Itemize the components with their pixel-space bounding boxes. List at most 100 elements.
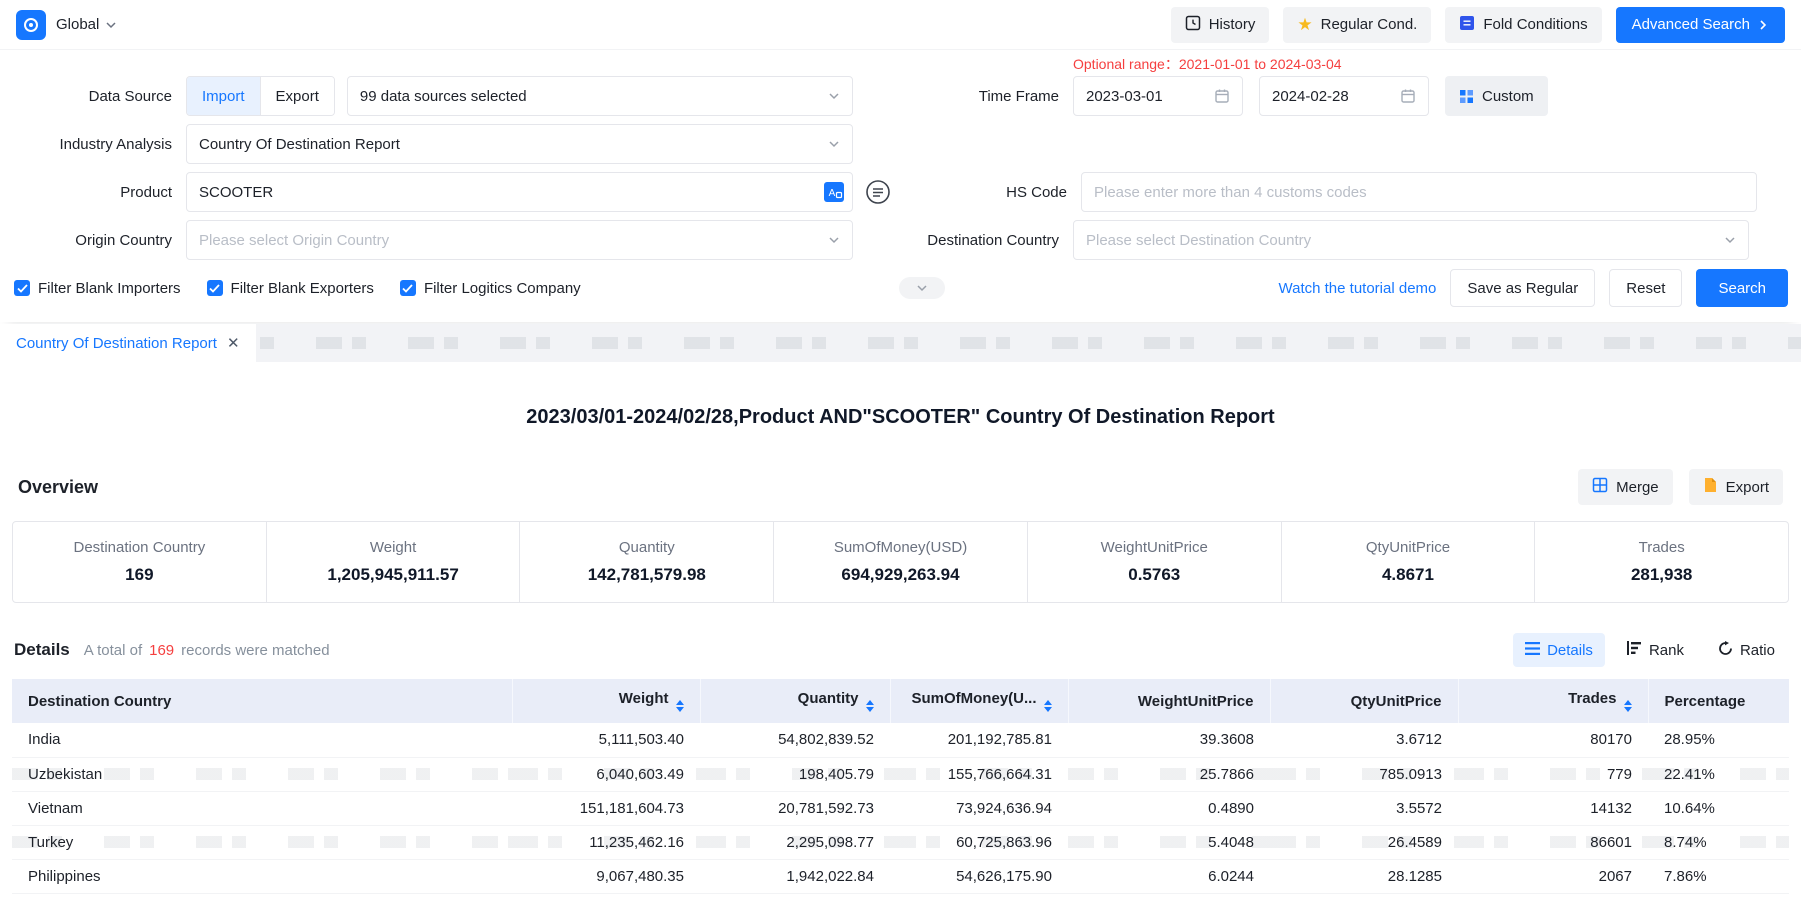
optional-range-hint: Optional range：2021-01-01 to 2024-03-04 bbox=[1073, 54, 1342, 74]
overview-header: Overview Merge Export bbox=[18, 469, 1783, 505]
import-toggle[interactable]: Import bbox=[187, 77, 260, 115]
th-weight[interactable]: Weight bbox=[512, 679, 700, 723]
destination-country-label: Destination Country bbox=[883, 232, 1073, 249]
rank-view-button[interactable]: Rank bbox=[1615, 633, 1696, 667]
tab-country-of-destination-report[interactable]: Country Of Destination Report ✕ bbox=[0, 324, 256, 362]
time-frame-label: Time Frame bbox=[883, 88, 1073, 105]
sort-icon[interactable] bbox=[1624, 700, 1632, 712]
th-sum-of-money[interactable]: SumOfMoney(U... bbox=[890, 679, 1068, 723]
history-button[interactable]: History bbox=[1171, 7, 1270, 43]
rank-icon bbox=[1627, 641, 1642, 659]
th-trades[interactable]: Trades bbox=[1458, 679, 1648, 723]
tutorial-demo-link[interactable]: Watch the tutorial demo bbox=[1279, 280, 1437, 297]
grid-icon bbox=[1459, 89, 1474, 104]
filter-blank-importers-label: Filter Blank Importers bbox=[38, 280, 181, 297]
sort-icon[interactable] bbox=[1044, 700, 1052, 712]
table-cell: Vietnam bbox=[12, 791, 512, 825]
stat-value: 4.8671 bbox=[1382, 565, 1434, 585]
records-summary: A total of 169 records were matched bbox=[84, 642, 330, 659]
export-button[interactable]: Export bbox=[1689, 469, 1783, 505]
watermark bbox=[0, 324, 1801, 362]
table-cell: 155,766,664.31 bbox=[890, 757, 1068, 791]
table-cell: 785.0913 bbox=[1270, 757, 1458, 791]
ratio-icon bbox=[1718, 641, 1733, 660]
search-panel: Optional range：2021-01-01 to 2024-03-04 … bbox=[0, 50, 1801, 322]
destination-country-select[interactable]: Please select Destination Country bbox=[1073, 220, 1749, 260]
list-icon bbox=[1525, 642, 1540, 659]
save-as-regular-button[interactable]: Save as Regular bbox=[1450, 269, 1595, 307]
end-date-value[interactable] bbox=[1272, 88, 1384, 105]
search-button[interactable]: Search bbox=[1696, 269, 1788, 307]
ratio-view-button[interactable]: Ratio bbox=[1706, 633, 1787, 667]
topbar-actions: History ★ Regular Cond. Fold Conditions … bbox=[1171, 7, 1785, 43]
filter-logitics-company-label: Filter Logitics Company bbox=[424, 280, 581, 297]
report-title: 2023/03/01-2024/02/28,Product AND"SCOOTE… bbox=[12, 406, 1789, 429]
start-date-input[interactable] bbox=[1073, 76, 1243, 116]
collapse-conditions-button[interactable] bbox=[899, 277, 945, 299]
language-circle-icon[interactable] bbox=[865, 179, 891, 205]
merge-icon bbox=[1592, 477, 1608, 497]
stat-label: Quantity bbox=[619, 539, 675, 556]
close-icon[interactable]: ✕ bbox=[227, 336, 240, 351]
overview-title: Overview bbox=[18, 477, 98, 498]
table-row: Turkey 11,235,462.16 2,295,098.77 60,725… bbox=[12, 825, 1789, 859]
filter-logitics-company-checkbox[interactable]: Filter Logitics Company bbox=[400, 280, 581, 297]
filter-blank-exporters-checkbox[interactable]: Filter Blank Exporters bbox=[207, 280, 374, 297]
stat-sum-of-money: SumOfMoney(USD) 694,929,263.94 bbox=[773, 522, 1027, 602]
regular-cond-label: Regular Cond. bbox=[1321, 16, 1418, 33]
hs-code-value[interactable] bbox=[1094, 184, 1748, 201]
industry-analysis-row: Industry Analysis Country Of Destination… bbox=[0, 124, 1801, 164]
translate-icon[interactable]: A bbox=[824, 182, 844, 202]
end-date-input[interactable] bbox=[1259, 76, 1429, 116]
table-cell: 198,405.79 bbox=[700, 757, 890, 791]
details-header: Details A total of 169 records were matc… bbox=[14, 633, 1787, 667]
region-selector[interactable]: Global bbox=[56, 16, 117, 33]
details-view-label: Details bbox=[1547, 642, 1593, 659]
table-cell: 22.41% bbox=[1648, 757, 1789, 791]
table-row: India 5,111,503.40 54,802,839.52 201,192… bbox=[12, 723, 1789, 757]
table-cell: 151,181,604.73 bbox=[512, 791, 700, 825]
custom-range-button[interactable]: Custom bbox=[1445, 76, 1548, 116]
table-cell: 5,111,503.40 bbox=[512, 723, 700, 757]
table-cell: 3.5572 bbox=[1270, 791, 1458, 825]
filter-blank-importers-checkbox[interactable]: Filter Blank Importers bbox=[14, 280, 181, 297]
sort-icon[interactable] bbox=[676, 700, 684, 712]
fold-conditions-button[interactable]: Fold Conditions bbox=[1445, 7, 1601, 43]
advanced-search-button[interactable]: Advanced Search bbox=[1616, 7, 1785, 43]
table-cell: 86601 bbox=[1458, 825, 1648, 859]
import-export-toggle: Import Export bbox=[186, 76, 335, 116]
sort-icon[interactable] bbox=[866, 700, 874, 712]
regular-cond-button[interactable]: ★ Regular Cond. bbox=[1283, 7, 1431, 43]
start-date-value[interactable] bbox=[1086, 88, 1198, 105]
product-input[interactable]: A bbox=[186, 172, 853, 212]
export-toggle[interactable]: Export bbox=[260, 77, 334, 115]
th-destination-country: Destination Country bbox=[12, 679, 512, 723]
merge-button[interactable]: Merge bbox=[1578, 469, 1673, 505]
data-source-select[interactable]: 99 data sources selected bbox=[347, 76, 853, 116]
svg-text:A: A bbox=[829, 188, 836, 199]
hs-code-label: HS Code bbox=[891, 184, 1081, 201]
details-view-button[interactable]: Details bbox=[1513, 633, 1605, 667]
table-cell: Philippines bbox=[12, 859, 512, 893]
table-header-row: Destination Country Weight Quantity SumO… bbox=[12, 679, 1789, 723]
origin-country-select[interactable]: Please select Origin Country bbox=[186, 220, 853, 260]
industry-analysis-select[interactable]: Country Of Destination Report bbox=[186, 124, 853, 164]
topbar-left: Global bbox=[16, 10, 117, 40]
industry-analysis-label: Industry Analysis bbox=[14, 136, 186, 153]
table-cell: 0.4890 bbox=[1068, 791, 1270, 825]
reset-button[interactable]: Reset bbox=[1609, 269, 1682, 307]
checkbox-checked-icon bbox=[207, 280, 223, 296]
topbar: Global History ★ Regular Cond. Fold Cond… bbox=[0, 0, 1801, 50]
stat-value: 694,929,263.94 bbox=[841, 565, 959, 585]
advanced-search-label: Advanced Search bbox=[1632, 16, 1750, 33]
rank-view-label: Rank bbox=[1649, 642, 1684, 659]
stat-destination-country: Destination Country 169 bbox=[13, 522, 266, 602]
product-value[interactable] bbox=[199, 184, 824, 201]
data-source-row: Data Source Import Export 99 data source… bbox=[0, 76, 1801, 116]
table-cell: 11,235,462.16 bbox=[512, 825, 700, 859]
th-quantity[interactable]: Quantity bbox=[700, 679, 890, 723]
report-content: 2023/03/01-2024/02/28,Product AND"SCOOTE… bbox=[0, 406, 1801, 894]
hs-code-input[interactable] bbox=[1081, 172, 1757, 212]
table-cell: 2,295,098.77 bbox=[700, 825, 890, 859]
th-qty-unit-price: QtyUnitPrice bbox=[1270, 679, 1458, 723]
